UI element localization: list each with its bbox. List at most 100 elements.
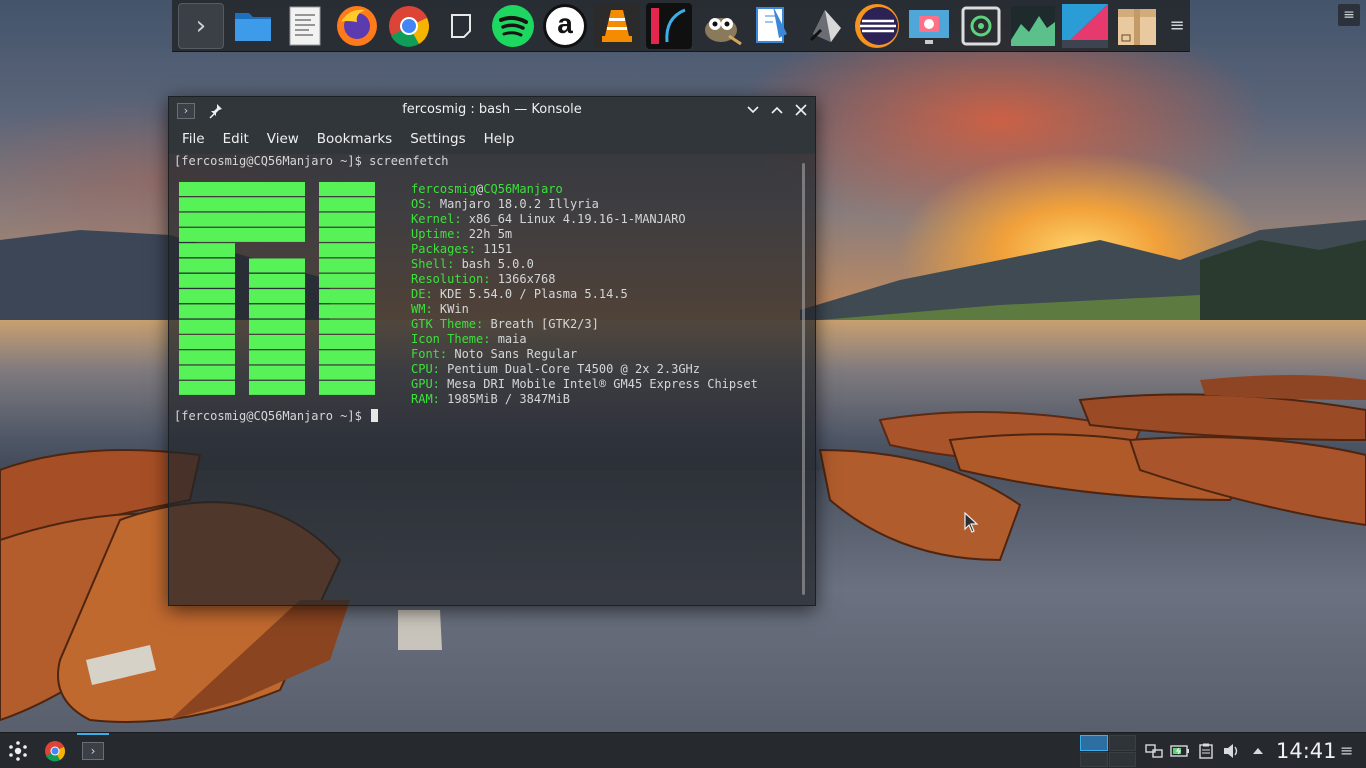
konsole-icon[interactable]: › [178, 2, 224, 49]
user-host-line: fercosmig@CQ56Manjaro [411, 182, 563, 196]
window-titlebar[interactable]: fercosmig : bash — Konsole › [169, 97, 815, 124]
menu-file[interactable]: File [173, 124, 214, 154]
screenshot-icon[interactable] [906, 3, 952, 49]
logo-block [319, 182, 375, 196]
info-value: 1151 [476, 242, 513, 256]
desktop-2[interactable] [1108, 735, 1136, 751]
desktop-3[interactable] [1080, 751, 1108, 767]
screen-recorder-icon[interactable] [958, 3, 1004, 49]
logo-block [249, 304, 305, 319]
krita-icon[interactable] [646, 2, 692, 49]
info-row: CPU: Pentium Dual-Core T4500 @ 2x 2.3GHz [411, 362, 758, 377]
info-key: OS: [411, 197, 433, 211]
desktop-menu-icon[interactable]: ≡ [1338, 4, 1360, 26]
terminal-area[interactable]: [fercosmig@CQ56Manjaro ~]$ screenfetch f… [169, 154, 815, 605]
info-value: Breath [GTK2/3] [483, 317, 599, 331]
logo-block [179, 182, 305, 196]
chrome-icon[interactable] [386, 3, 432, 49]
kde-app-icon[interactable] [1062, 3, 1108, 49]
logo-block [249, 380, 305, 395]
logo-block [319, 319, 375, 334]
logo-block [179, 227, 305, 242]
info-value: Mesa DRI Mobile Intel® GM45 Express Chip… [439, 377, 758, 391]
volume-icon[interactable] [1222, 741, 1242, 761]
info-value: 22h 5m [461, 227, 513, 241]
info-key: Font: [411, 347, 448, 361]
logo-block [179, 365, 235, 380]
virtual-desktop-pager[interactable] [1080, 735, 1136, 767]
dock-menu-icon[interactable]: ≡ [1166, 3, 1188, 49]
desktop-1[interactable] [1080, 735, 1108, 751]
menu-view[interactable]: View [258, 124, 308, 154]
info-value: KDE 5.54.0 / Plasma 5.14.5 [432, 287, 628, 301]
info-key: Packages: [411, 242, 477, 256]
info-row: Resolution: 1366x768 [411, 272, 758, 287]
pen-tool-icon[interactable] [802, 3, 848, 49]
logo-block [319, 365, 375, 380]
konsole-window: fercosmig : bash — Konsole › File Edit V… [168, 96, 816, 606]
application-launcher[interactable] [0, 733, 36, 768]
bottom-panel: › 14:41 ≡ [0, 732, 1366, 768]
logo-block [319, 258, 375, 273]
maximize-button[interactable] [769, 100, 785, 120]
system-info: fercosmig@CQ56Manjaro OS: Manjaro 18.0.2… [411, 182, 758, 407]
menu-bookmarks[interactable]: Bookmarks [308, 124, 401, 154]
window-app-icon[interactable]: › [177, 102, 195, 119]
info-value: Pentium Dual-Core T4500 @ 2x 2.3GHz [439, 362, 700, 376]
panel-menu-icon[interactable]: ≡ [1340, 741, 1353, 760]
kickoff-icon [9, 740, 27, 761]
system-tray [1144, 733, 1268, 768]
archive-manager-icon[interactable] [1114, 3, 1160, 49]
terminal-scrollbar[interactable] [802, 163, 805, 595]
manjaro-logo [179, 182, 375, 395]
digital-clock[interactable]: 14:41 [1276, 737, 1337, 765]
inkscape-icon[interactable] [750, 3, 796, 49]
info-value: bash 5.0.0 [454, 257, 534, 271]
info-key: Icon Theme: [411, 332, 491, 346]
menu-help[interactable]: Help [475, 124, 524, 154]
logo-block [249, 273, 305, 288]
vlc-icon[interactable] [594, 2, 640, 49]
notes-icon[interactable] [438, 3, 484, 49]
clipboard-icon[interactable] [1196, 741, 1216, 761]
info-value: x86_64 Linux 4.19.16-1-MANJARO [461, 212, 686, 226]
logo-block [179, 304, 235, 319]
close-button[interactable] [793, 100, 809, 120]
info-value: 1985MiB / 3847MiB [439, 392, 570, 406]
info-key: Resolution: [411, 272, 491, 286]
logo-block [319, 197, 375, 212]
info-key: GTK Theme: [411, 317, 484, 331]
logo-block [319, 227, 375, 242]
taskbar-chrome[interactable] [36, 733, 74, 768]
text-editor-icon[interactable] [282, 3, 328, 49]
gimp-icon[interactable] [698, 3, 744, 49]
menu-settings[interactable]: Settings [401, 124, 474, 154]
info-value: 1366x768 [490, 272, 556, 286]
info-row: Font: Noto Sans Regular [411, 347, 758, 362]
desktop-4[interactable] [1108, 751, 1136, 767]
logo-block [319, 273, 375, 288]
mouse-pointer [964, 512, 979, 533]
amarok-icon[interactable]: a [542, 3, 588, 49]
file-manager-icon[interactable] [230, 3, 276, 49]
logo-block [319, 243, 375, 258]
info-key: DE: [411, 287, 433, 301]
network-icon[interactable] [1144, 741, 1164, 761]
pin-icon[interactable] [209, 103, 223, 119]
spotify-icon[interactable] [490, 3, 536, 49]
battery-icon[interactable] [1170, 741, 1190, 761]
menu-bar: File Edit View Bookmarks Settings Help [169, 124, 815, 154]
info-value: KWin [432, 302, 469, 316]
eclipse-icon[interactable] [854, 3, 900, 49]
info-row: Kernel: x86_64 Linux 4.19.16-1-MANJARO [411, 212, 758, 227]
minimize-button[interactable] [745, 100, 761, 120]
info-value: Noto Sans Regular [447, 347, 578, 361]
firefox-icon[interactable] [334, 3, 380, 49]
info-row: OS: Manjaro 18.0.2 Illyria [411, 197, 758, 212]
logo-block [249, 365, 305, 380]
system-monitor-icon[interactable] [1010, 3, 1056, 49]
taskbar-konsole[interactable]: › [74, 732, 112, 768]
tray-expand-icon[interactable] [1248, 741, 1268, 761]
info-row: Packages: 1151 [411, 242, 758, 257]
menu-edit[interactable]: Edit [214, 124, 258, 154]
